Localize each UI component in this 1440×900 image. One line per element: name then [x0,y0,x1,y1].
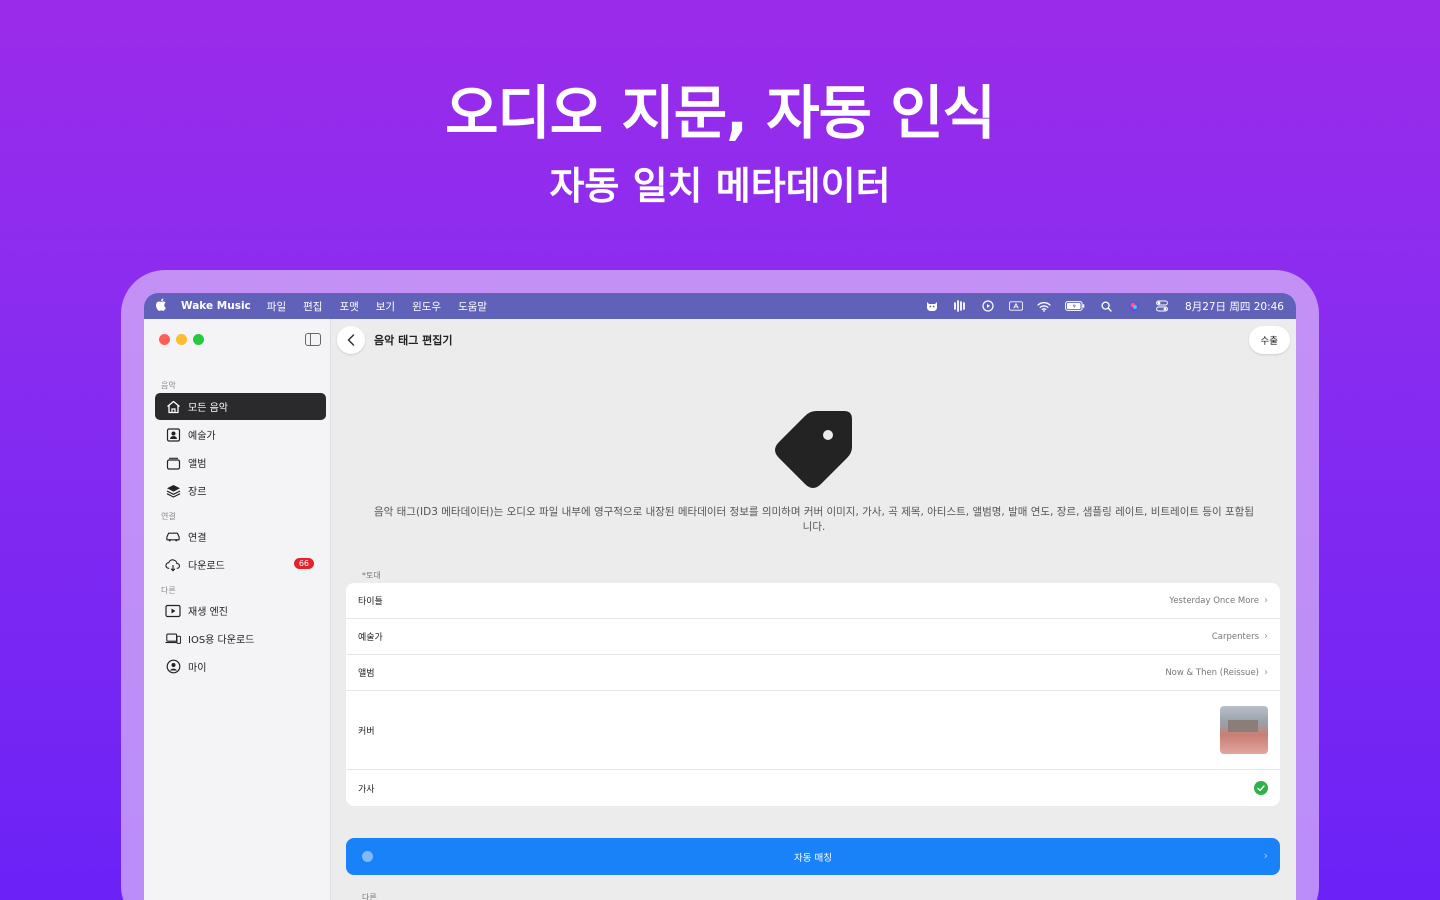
row-label: 가사 [358,784,375,795]
section-label-music: 음악 [161,381,176,390]
battery-icon[interactable] [1065,299,1085,313]
chevron-left-icon [347,331,355,350]
sidebar-toggle-icon[interactable] [305,333,321,346]
cloud-download-icon [165,557,181,573]
sidebar-item-label: 앨범 [188,459,207,470]
car-icon [165,529,181,545]
sidebar-item-playback-engine[interactable]: 재생 엔진 [155,597,326,624]
auto-match-button[interactable]: 자동 매칭 › [346,838,1280,875]
minimize-window-button[interactable] [176,334,187,345]
sidebar-item-ios-download[interactable]: IOS용 다운로드 [155,625,326,652]
tag-description: 음악 태그(ID3 메타데이터)는 오디오 파일 내부에 영구적으로 내장된 메… [373,506,1254,533]
home-icon [165,399,181,415]
artist-row[interactable]: 예술가 Carpenters › [346,619,1280,655]
sidebar-item-label: 마이 [188,663,207,674]
chevron-right-icon: › [1264,667,1268,678]
menu-help[interactable]: 도움말 [458,299,487,314]
apple-icon[interactable] [155,298,167,315]
checkmark-icon [1254,781,1268,795]
menubar-clock[interactable]: 8月27日 周四 20:46 [1185,299,1284,314]
tag-icon [770,407,856,497]
hero-subheadline: 자동 일치 메타데이터 [549,164,891,208]
album-icon [165,455,181,471]
row-label: 커버 [358,726,375,737]
menu-format[interactable]: 포맷 [339,299,358,314]
metadata-card: 타이틀 Yesterday Once More › 예술가 Carpenters… [346,583,1280,806]
close-window-button[interactable] [159,334,170,345]
sidebar: 음악 모든 음악 예술가 앨범 장르 연결 연결 다운로드 66 다른 재생 엔… [144,319,331,900]
menu-bar: Wake Music 파일 편집 포맷 보기 윈도우 도움말 8月27日 周四 … [144,293,1296,319]
section-label-other: 다른 [161,586,176,595]
artist-value: Carpenters [1211,631,1259,642]
control-center-icon[interactable] [1155,299,1169,313]
sidebar-item-my[interactable]: 마이 [155,653,326,680]
basic-group-label: *토대 [362,571,381,580]
row-label: 앨범 [358,669,375,679]
download-count-badge: 66 [293,558,314,569]
title-row[interactable]: 타이틀 Yesterday Once More › [346,583,1280,619]
sidebar-item-label: 다운로드 [188,561,225,572]
sidebar-item-album[interactable]: 앨범 [155,449,326,476]
sidebar-item-label: 재생 엔진 [188,607,228,618]
window-controls [159,334,204,345]
siri-icon[interactable] [1127,299,1141,313]
artist-icon [165,427,181,443]
sidebar-item-label: 연결 [188,533,207,544]
menu-view[interactable]: 보기 [376,299,395,314]
layers-icon [165,483,181,499]
hero-headline: 오디오 지문, 자동 인식 [445,79,996,147]
person-icon [165,659,181,675]
menu-file[interactable]: 파일 [267,299,286,314]
album-row[interactable]: 앨범 Now & Then (Reissue) › [346,655,1280,691]
sidebar-item-artist[interactable]: 예술가 [155,421,326,448]
wifi-icon[interactable] [1037,299,1051,313]
auto-match-label: 자동 매칭 [794,852,832,864]
main-content: 음악 태그 편집기 수출 음악 태그(ID3 메타데이터)는 오디오 파일 내부… [332,319,1296,900]
app-screen: Wake Music 파일 편집 포맷 보기 윈도우 도움말 8月27日 周四 … [144,293,1296,900]
sidebar-item-connect[interactable]: 연결 [155,523,326,550]
sidebar-item-all-music[interactable]: 모든 음악 [155,393,326,420]
chevron-right-icon: › [1264,631,1268,642]
sidebar-item-genre[interactable]: 장르 [155,477,326,504]
row-label: 예술가 [358,633,383,643]
sidebar-item-download[interactable]: 다운로드 66 [155,551,326,578]
album-value: Now & Then (Reissue) [1165,667,1259,678]
loading-spinner-icon [362,851,373,862]
zoom-window-button[interactable] [193,334,204,345]
cover-row[interactable]: 커버 [346,691,1280,770]
page-title: 음악 태그 편집기 [374,334,453,347]
chevron-right-icon: › [1264,595,1268,606]
sidebar-item-label: 예술가 [188,431,216,442]
sidebar-item-label: 장르 [188,487,207,498]
sidebar-item-label: IOS용 다운로드 [188,635,255,646]
chevron-right-icon: › [1263,849,1268,862]
sidebar-item-label: 모든 음악 [188,403,228,414]
play-square-icon [165,603,181,619]
app-name-menu[interactable]: Wake Music [181,300,251,312]
other-group-label: 다른 [362,893,377,900]
waveform-icon[interactable] [953,299,967,313]
play-circle-icon[interactable] [981,299,995,313]
cat-icon[interactable] [925,299,939,313]
menu-window[interactable]: 윈도우 [412,299,441,314]
search-icon[interactable] [1099,299,1113,313]
devices-icon [165,631,181,647]
export-button[interactable]: 수출 [1248,326,1290,354]
cover-image[interactable] [1220,706,1268,754]
title-value: Yesterday Once More [1169,595,1259,606]
back-button[interactable] [337,326,365,354]
lyrics-row[interactable]: 가사 [346,770,1280,806]
menu-edit[interactable]: 편집 [303,299,322,314]
section-label-connect: 연결 [161,512,176,521]
input-a-icon[interactable] [1009,299,1023,313]
row-label: 타이틀 [358,597,383,607]
